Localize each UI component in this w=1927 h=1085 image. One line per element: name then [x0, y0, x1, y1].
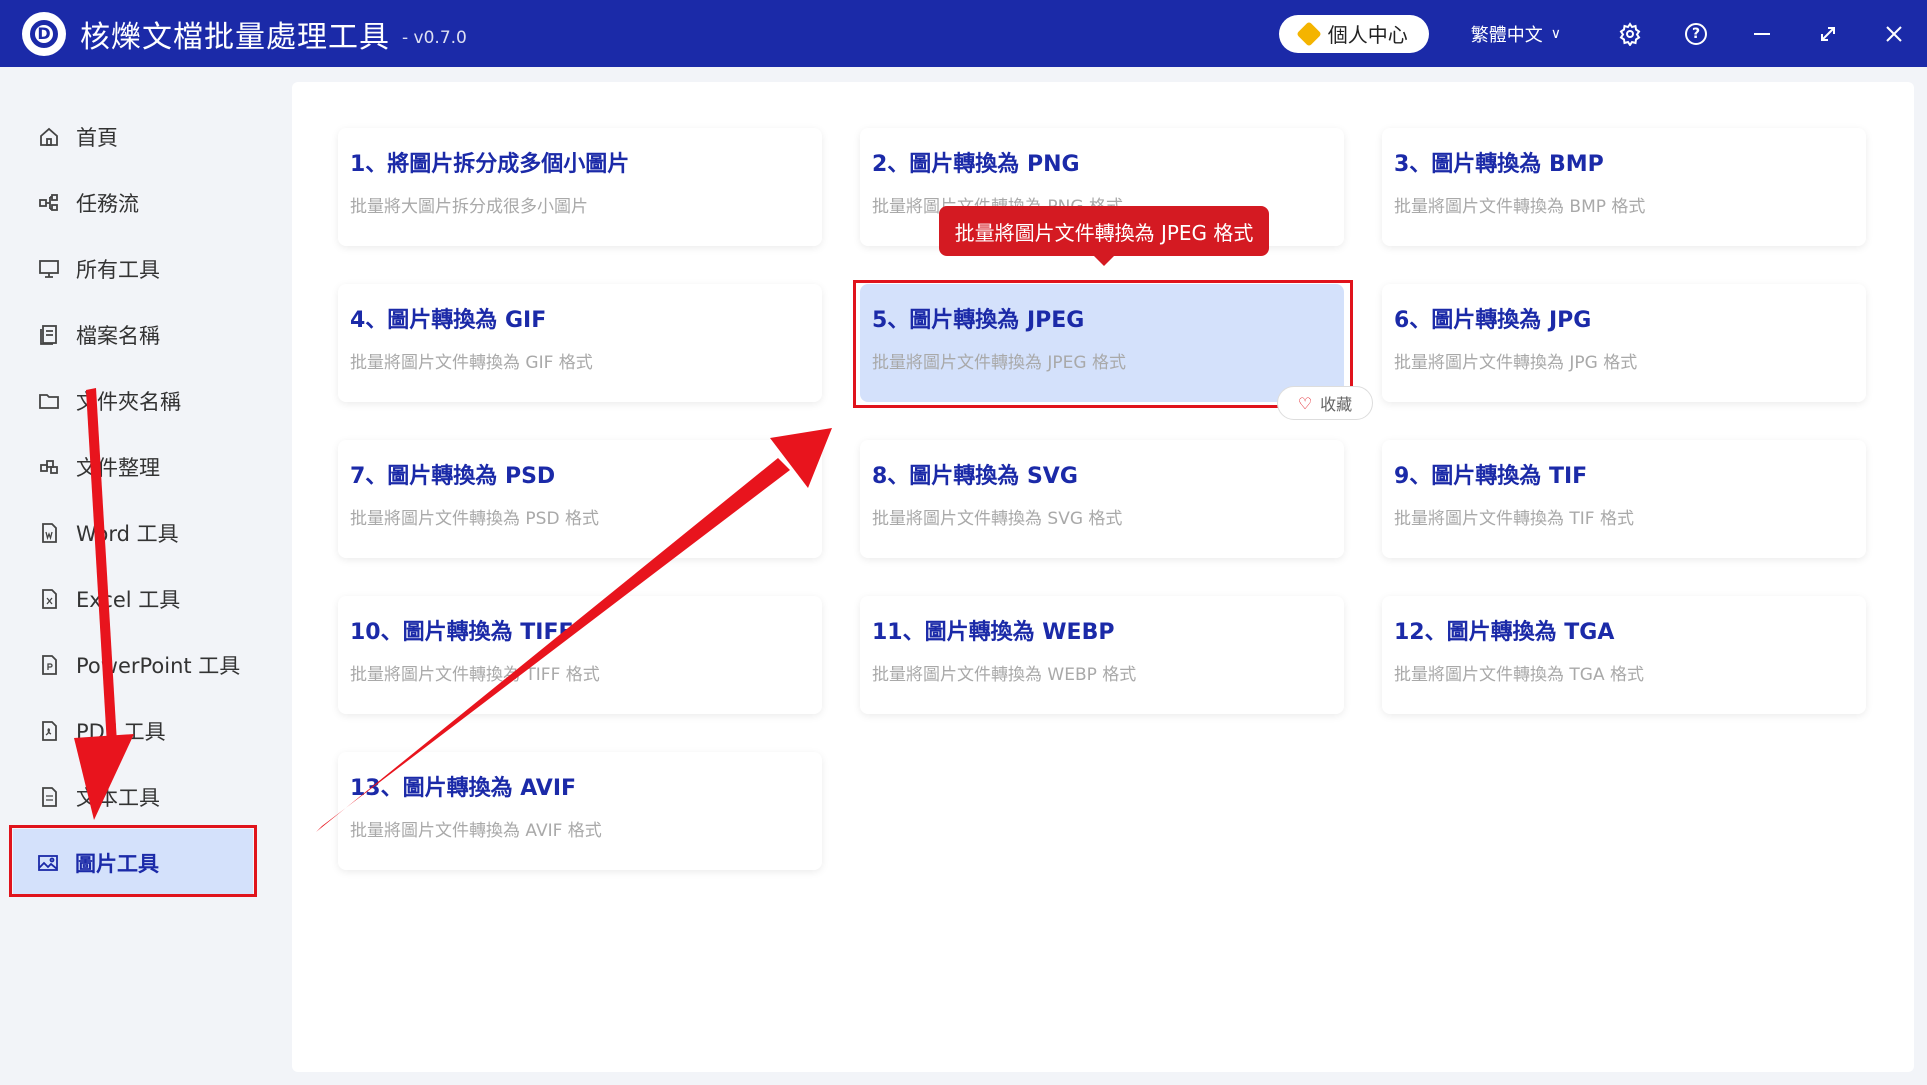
sidebar: 首頁 任務流 所有工具 檔案名稱 文件夾名稱 文件整理 Word 工具 Exce… [0, 67, 253, 1085]
tool-card-split-image[interactable]: 1、將圖片拆分成多個小圖片 批量將大圖片拆分成很多小圖片 [338, 128, 822, 246]
tool-desc: 批量將大圖片拆分成很多小圖片 [350, 197, 588, 217]
sidebar-item-label: 首頁 [76, 126, 118, 150]
sidebar-item-file-name[interactable]: 檔案名稱 [14, 307, 252, 363]
user-center-button[interactable]: 個人中心 [1278, 14, 1429, 53]
favorite-button[interactable]: ♡ 收藏 [1277, 386, 1373, 420]
tool-title: 1、將圖片拆分成多個小圖片 [350, 152, 630, 177]
tool-title: 2、圖片轉換為 PNG [872, 152, 1080, 177]
sidebar-item-pdf[interactable]: PDF 工具 [14, 703, 252, 759]
minimize-icon[interactable] [1729, 0, 1795, 67]
tool-card-bmp[interactable]: 3、圖片轉換為 BMP 批量將圖片文件轉換為 BMP 格式 [1382, 128, 1866, 246]
sidebar-item-label: PDF 工具 [76, 720, 166, 744]
text-icon [36, 784, 62, 810]
settings-icon[interactable] [1597, 0, 1663, 67]
tool-card-tiff[interactable]: 10、圖片轉換為 TIFF 批量將圖片文件轉換為 TIFF 格式 [338, 596, 822, 714]
sidebar-item-label: 文件夾名稱 [76, 390, 181, 414]
language-select[interactable]: 繁體中文 ∨ [1471, 21, 1561, 47]
language-label: 繁體中文 [1470, 24, 1543, 46]
tool-card-tif[interactable]: 9、圖片轉換為 TIF 批量將圖片文件轉換為 TIF 格式 [1382, 440, 1866, 558]
home-icon [36, 124, 62, 150]
sidebar-item-label: 文本工具 [76, 786, 160, 810]
tool-card-tga[interactable]: 12、圖片轉換為 TGA 批量將圖片文件轉換為 TGA 格式 [1382, 596, 1866, 714]
tool-title: 7、圖片轉換為 PSD [350, 464, 556, 489]
tool-desc: 批量將圖片文件轉換為 AVIF 格式 [350, 821, 602, 841]
tool-card-avif[interactable]: 13、圖片轉換為 AVIF 批量將圖片文件轉換為 AVIF 格式 [338, 752, 822, 870]
title-bar: D 核爍文檔批量處理工具 - v0.7.0 個人中心 繁體中文 ∨ ? [0, 0, 1927, 67]
chevron-down-icon: ∨ [1550, 25, 1561, 42]
tool-desc: 批量將圖片文件轉換為 BMP 格式 [1394, 197, 1646, 217]
excel-icon [36, 586, 62, 612]
sidebar-item-text[interactable]: 文本工具 [14, 769, 252, 825]
sidebar-item-word[interactable]: Word 工具 [14, 505, 252, 561]
tool-card-svg[interactable]: 8、圖片轉換為 SVG 批量將圖片文件轉換為 SVG 格式 [860, 440, 1344, 558]
tool-desc: 批量將圖片文件轉換為 JPG 格式 [1394, 353, 1638, 373]
word-icon [36, 520, 62, 546]
workflow-icon [36, 190, 62, 216]
sidebar-item-all-tools[interactable]: 所有工具 [14, 241, 252, 297]
close-icon[interactable] [1861, 0, 1927, 67]
tool-title: 10、圖片轉換為 TIFF [350, 620, 574, 645]
annotation-box-image-tools [9, 825, 257, 897]
sidebar-item-home[interactable]: 首頁 [14, 109, 252, 165]
heart-icon: ♡ [1297, 393, 1313, 413]
tool-title: 6、圖片轉換為 JPG [1394, 308, 1592, 333]
sidebar-item-label: Excel 工具 [76, 588, 181, 612]
tool-desc: 批量將圖片文件轉換為 TIFF 格式 [350, 665, 600, 685]
monitor-icon [36, 256, 62, 282]
tool-desc: 批量將圖片文件轉換為 SVG 格式 [872, 509, 1123, 529]
favorite-label: 收藏 [1320, 395, 1353, 414]
folder-icon [36, 388, 62, 414]
tool-title: 3、圖片轉換為 BMP [1394, 152, 1604, 177]
sidebar-item-excel[interactable]: Excel 工具 [14, 571, 252, 627]
diamond-icon [1296, 20, 1322, 47]
tool-card-jpg[interactable]: 6、圖片轉換為 JPG 批量將圖片文件轉換為 JPG 格式 [1382, 284, 1866, 402]
tool-desc: 批量將圖片文件轉換為 GIF 格式 [350, 353, 593, 373]
powerpoint-icon [36, 652, 62, 678]
sidebar-item-label: 所有工具 [76, 258, 160, 282]
app-version: - v0.7.0 [402, 27, 467, 48]
sidebar-item-label: Word 工具 [76, 522, 179, 546]
tool-desc: 批量將圖片文件轉換為 TGA 格式 [1394, 665, 1644, 685]
tool-title: 13、圖片轉換為 AVIF [350, 776, 577, 801]
tool-card-webp[interactable]: 11、圖片轉換為 WEBP 批量將圖片文件轉換為 WEBP 格式 [860, 596, 1344, 714]
tooltip: 批量將圖片文件轉換為 JPEG 格式 [939, 206, 1269, 266]
sidebar-item-label: 任務流 [76, 192, 139, 216]
sidebar-item-label: 檔案名稱 [76, 324, 160, 348]
tool-title: 8、圖片轉換為 SVG [872, 464, 1078, 489]
help-icon[interactable]: ? [1663, 0, 1729, 67]
sidebar-item-label: PowerPoint 工具 [76, 654, 241, 678]
tool-card-psd[interactable]: 7、圖片轉換為 PSD 批量將圖片文件轉換為 PSD 格式 [338, 440, 822, 558]
tool-desc: 批量將圖片文件轉換為 TIF 格式 [1394, 509, 1634, 529]
tool-title: 12、圖片轉換為 TGA [1394, 620, 1615, 645]
tool-title: 4、圖片轉換為 GIF [350, 308, 547, 333]
logo-letter: D [30, 19, 58, 48]
tool-title: 9、圖片轉換為 TIF [1394, 464, 1588, 489]
sidebar-item-organize[interactable]: 文件整理 [14, 439, 252, 495]
sidebar-item-label: 文件整理 [76, 456, 160, 480]
sidebar-item-folder-name[interactable]: 文件夾名稱 [14, 373, 252, 429]
maximize-icon[interactable] [1795, 0, 1861, 67]
pdf-icon [36, 718, 62, 744]
user-center-label: 個人中心 [1327, 23, 1408, 47]
file-name-icon [36, 322, 62, 348]
annotation-box-jpeg [853, 280, 1353, 408]
app-title: 核爍文檔批量處理工具 [80, 19, 390, 55]
sidebar-item-workflow[interactable]: 任務流 [14, 175, 252, 231]
tool-desc: 批量將圖片文件轉換為 WEBP 格式 [872, 665, 1137, 685]
tool-title: 11、圖片轉換為 WEBP [872, 620, 1115, 645]
tool-card-gif[interactable]: 4、圖片轉換為 GIF 批量將圖片文件轉換為 GIF 格式 [338, 284, 822, 402]
app-logo-icon: D [22, 11, 66, 56]
organize-icon [36, 454, 62, 480]
sidebar-item-powerpoint[interactable]: PowerPoint 工具 [14, 637, 252, 693]
tool-desc: 批量將圖片文件轉換為 PSD 格式 [350, 509, 599, 529]
